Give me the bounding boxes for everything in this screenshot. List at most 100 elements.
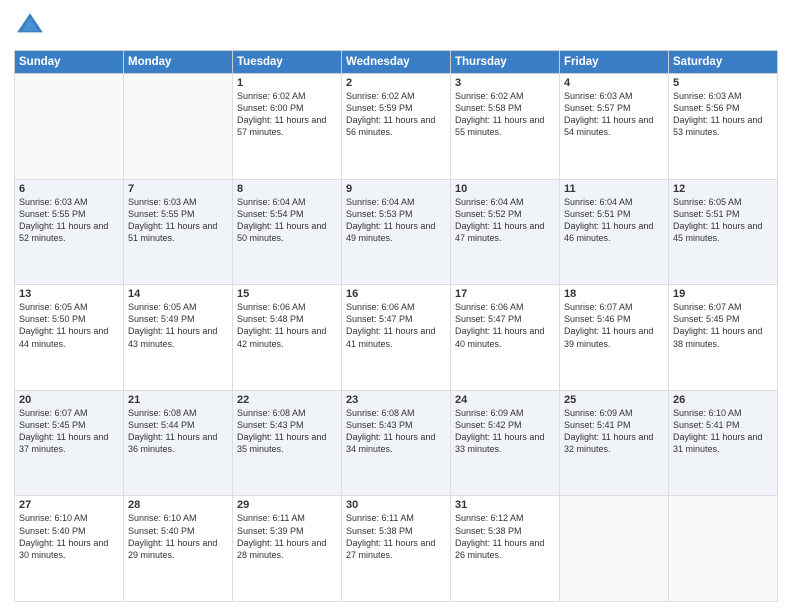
day-number: 22 xyxy=(237,394,337,406)
day-number: 11 xyxy=(564,183,664,195)
calendar-cell: 29Sunrise: 6:11 AMSunset: 5:39 PMDayligh… xyxy=(233,496,342,602)
day-info: Sunrise: 6:07 AMSunset: 5:46 PMDaylight:… xyxy=(564,301,664,350)
calendar-week-4: 20Sunrise: 6:07 AMSunset: 5:45 PMDayligh… xyxy=(15,390,778,496)
day-info: Sunrise: 6:11 AMSunset: 5:39 PMDaylight:… xyxy=(237,512,337,561)
day-info: Sunrise: 6:08 AMSunset: 5:43 PMDaylight:… xyxy=(237,407,337,456)
day-info: Sunrise: 6:06 AMSunset: 5:48 PMDaylight:… xyxy=(237,301,337,350)
day-number: 9 xyxy=(346,183,446,195)
day-number: 15 xyxy=(237,288,337,300)
calendar-cell: 26Sunrise: 6:10 AMSunset: 5:41 PMDayligh… xyxy=(669,390,778,496)
calendar-cell: 28Sunrise: 6:10 AMSunset: 5:40 PMDayligh… xyxy=(124,496,233,602)
day-number: 21 xyxy=(128,394,228,406)
day-info: Sunrise: 6:05 AMSunset: 5:49 PMDaylight:… xyxy=(128,301,228,350)
header xyxy=(14,10,778,42)
day-number: 16 xyxy=(346,288,446,300)
day-info: Sunrise: 6:08 AMSunset: 5:43 PMDaylight:… xyxy=(346,407,446,456)
calendar-cell: 13Sunrise: 6:05 AMSunset: 5:50 PMDayligh… xyxy=(15,285,124,391)
day-header-sunday: Sunday xyxy=(15,51,124,74)
calendar-cell: 6Sunrise: 6:03 AMSunset: 5:55 PMDaylight… xyxy=(15,179,124,285)
calendar-cell xyxy=(124,74,233,180)
day-info: Sunrise: 6:12 AMSunset: 5:38 PMDaylight:… xyxy=(455,512,555,561)
day-number: 29 xyxy=(237,499,337,511)
day-info: Sunrise: 6:06 AMSunset: 5:47 PMDaylight:… xyxy=(346,301,446,350)
calendar-cell: 5Sunrise: 6:03 AMSunset: 5:56 PMDaylight… xyxy=(669,74,778,180)
day-number: 12 xyxy=(673,183,773,195)
day-info: Sunrise: 6:04 AMSunset: 5:52 PMDaylight:… xyxy=(455,196,555,245)
day-number: 13 xyxy=(19,288,119,300)
day-number: 6 xyxy=(19,183,119,195)
day-info: Sunrise: 6:06 AMSunset: 5:47 PMDaylight:… xyxy=(455,301,555,350)
logo xyxy=(14,10,50,42)
calendar-cell: 25Sunrise: 6:09 AMSunset: 5:41 PMDayligh… xyxy=(560,390,669,496)
day-info: Sunrise: 6:04 AMSunset: 5:54 PMDaylight:… xyxy=(237,196,337,245)
day-number: 23 xyxy=(346,394,446,406)
day-number: 2 xyxy=(346,77,446,89)
page-container: SundayMondayTuesdayWednesdayThursdayFrid… xyxy=(0,0,792,612)
calendar-cell: 17Sunrise: 6:06 AMSunset: 5:47 PMDayligh… xyxy=(451,285,560,391)
logo-icon xyxy=(14,10,46,42)
day-info: Sunrise: 6:05 AMSunset: 5:51 PMDaylight:… xyxy=(673,196,773,245)
day-info: Sunrise: 6:03 AMSunset: 5:57 PMDaylight:… xyxy=(564,90,664,139)
day-number: 17 xyxy=(455,288,555,300)
calendar-week-3: 13Sunrise: 6:05 AMSunset: 5:50 PMDayligh… xyxy=(15,285,778,391)
calendar-cell: 16Sunrise: 6:06 AMSunset: 5:47 PMDayligh… xyxy=(342,285,451,391)
day-number: 30 xyxy=(346,499,446,511)
day-number: 31 xyxy=(455,499,555,511)
day-header-tuesday: Tuesday xyxy=(233,51,342,74)
calendar-table: SundayMondayTuesdayWednesdayThursdayFrid… xyxy=(14,50,778,602)
day-number: 25 xyxy=(564,394,664,406)
day-info: Sunrise: 6:07 AMSunset: 5:45 PMDaylight:… xyxy=(673,301,773,350)
day-number: 1 xyxy=(237,77,337,89)
calendar-cell: 4Sunrise: 6:03 AMSunset: 5:57 PMDaylight… xyxy=(560,74,669,180)
day-info: Sunrise: 6:08 AMSunset: 5:44 PMDaylight:… xyxy=(128,407,228,456)
day-info: Sunrise: 6:03 AMSunset: 5:56 PMDaylight:… xyxy=(673,90,773,139)
day-info: Sunrise: 6:02 AMSunset: 5:58 PMDaylight:… xyxy=(455,90,555,139)
day-header-saturday: Saturday xyxy=(669,51,778,74)
day-number: 27 xyxy=(19,499,119,511)
calendar-cell: 30Sunrise: 6:11 AMSunset: 5:38 PMDayligh… xyxy=(342,496,451,602)
day-info: Sunrise: 6:02 AMSunset: 6:00 PMDaylight:… xyxy=(237,90,337,139)
day-info: Sunrise: 6:10 AMSunset: 5:40 PMDaylight:… xyxy=(128,512,228,561)
day-number: 19 xyxy=(673,288,773,300)
calendar-cell: 7Sunrise: 6:03 AMSunset: 5:55 PMDaylight… xyxy=(124,179,233,285)
calendar-cell: 22Sunrise: 6:08 AMSunset: 5:43 PMDayligh… xyxy=(233,390,342,496)
calendar-cell: 11Sunrise: 6:04 AMSunset: 5:51 PMDayligh… xyxy=(560,179,669,285)
day-info: Sunrise: 6:02 AMSunset: 5:59 PMDaylight:… xyxy=(346,90,446,139)
calendar-cell: 3Sunrise: 6:02 AMSunset: 5:58 PMDaylight… xyxy=(451,74,560,180)
calendar-cell: 19Sunrise: 6:07 AMSunset: 5:45 PMDayligh… xyxy=(669,285,778,391)
calendar-cell: 21Sunrise: 6:08 AMSunset: 5:44 PMDayligh… xyxy=(124,390,233,496)
calendar-cell: 10Sunrise: 6:04 AMSunset: 5:52 PMDayligh… xyxy=(451,179,560,285)
calendar-cell: 15Sunrise: 6:06 AMSunset: 5:48 PMDayligh… xyxy=(233,285,342,391)
calendar-cell: 1Sunrise: 6:02 AMSunset: 6:00 PMDaylight… xyxy=(233,74,342,180)
calendar-week-2: 6Sunrise: 6:03 AMSunset: 5:55 PMDaylight… xyxy=(15,179,778,285)
day-number: 10 xyxy=(455,183,555,195)
day-info: Sunrise: 6:09 AMSunset: 5:41 PMDaylight:… xyxy=(564,407,664,456)
day-info: Sunrise: 6:03 AMSunset: 5:55 PMDaylight:… xyxy=(128,196,228,245)
day-number: 24 xyxy=(455,394,555,406)
day-header-thursday: Thursday xyxy=(451,51,560,74)
day-number: 5 xyxy=(673,77,773,89)
day-info: Sunrise: 6:05 AMSunset: 5:50 PMDaylight:… xyxy=(19,301,119,350)
day-info: Sunrise: 6:07 AMSunset: 5:45 PMDaylight:… xyxy=(19,407,119,456)
calendar-cell: 12Sunrise: 6:05 AMSunset: 5:51 PMDayligh… xyxy=(669,179,778,285)
calendar-cell xyxy=(560,496,669,602)
calendar-cell: 23Sunrise: 6:08 AMSunset: 5:43 PMDayligh… xyxy=(342,390,451,496)
day-number: 7 xyxy=(128,183,228,195)
calendar-cell: 9Sunrise: 6:04 AMSunset: 5:53 PMDaylight… xyxy=(342,179,451,285)
day-info: Sunrise: 6:10 AMSunset: 5:40 PMDaylight:… xyxy=(19,512,119,561)
day-header-monday: Monday xyxy=(124,51,233,74)
calendar-week-1: 1Sunrise: 6:02 AMSunset: 6:00 PMDaylight… xyxy=(15,74,778,180)
calendar-header-row: SundayMondayTuesdayWednesdayThursdayFrid… xyxy=(15,51,778,74)
day-number: 28 xyxy=(128,499,228,511)
day-number: 8 xyxy=(237,183,337,195)
calendar-cell: 20Sunrise: 6:07 AMSunset: 5:45 PMDayligh… xyxy=(15,390,124,496)
calendar-cell: 8Sunrise: 6:04 AMSunset: 5:54 PMDaylight… xyxy=(233,179,342,285)
calendar-cell: 18Sunrise: 6:07 AMSunset: 5:46 PMDayligh… xyxy=(560,285,669,391)
day-number: 3 xyxy=(455,77,555,89)
calendar-cell: 31Sunrise: 6:12 AMSunset: 5:38 PMDayligh… xyxy=(451,496,560,602)
day-info: Sunrise: 6:03 AMSunset: 5:55 PMDaylight:… xyxy=(19,196,119,245)
calendar-cell: 24Sunrise: 6:09 AMSunset: 5:42 PMDayligh… xyxy=(451,390,560,496)
day-info: Sunrise: 6:04 AMSunset: 5:53 PMDaylight:… xyxy=(346,196,446,245)
day-header-wednesday: Wednesday xyxy=(342,51,451,74)
calendar-cell xyxy=(15,74,124,180)
